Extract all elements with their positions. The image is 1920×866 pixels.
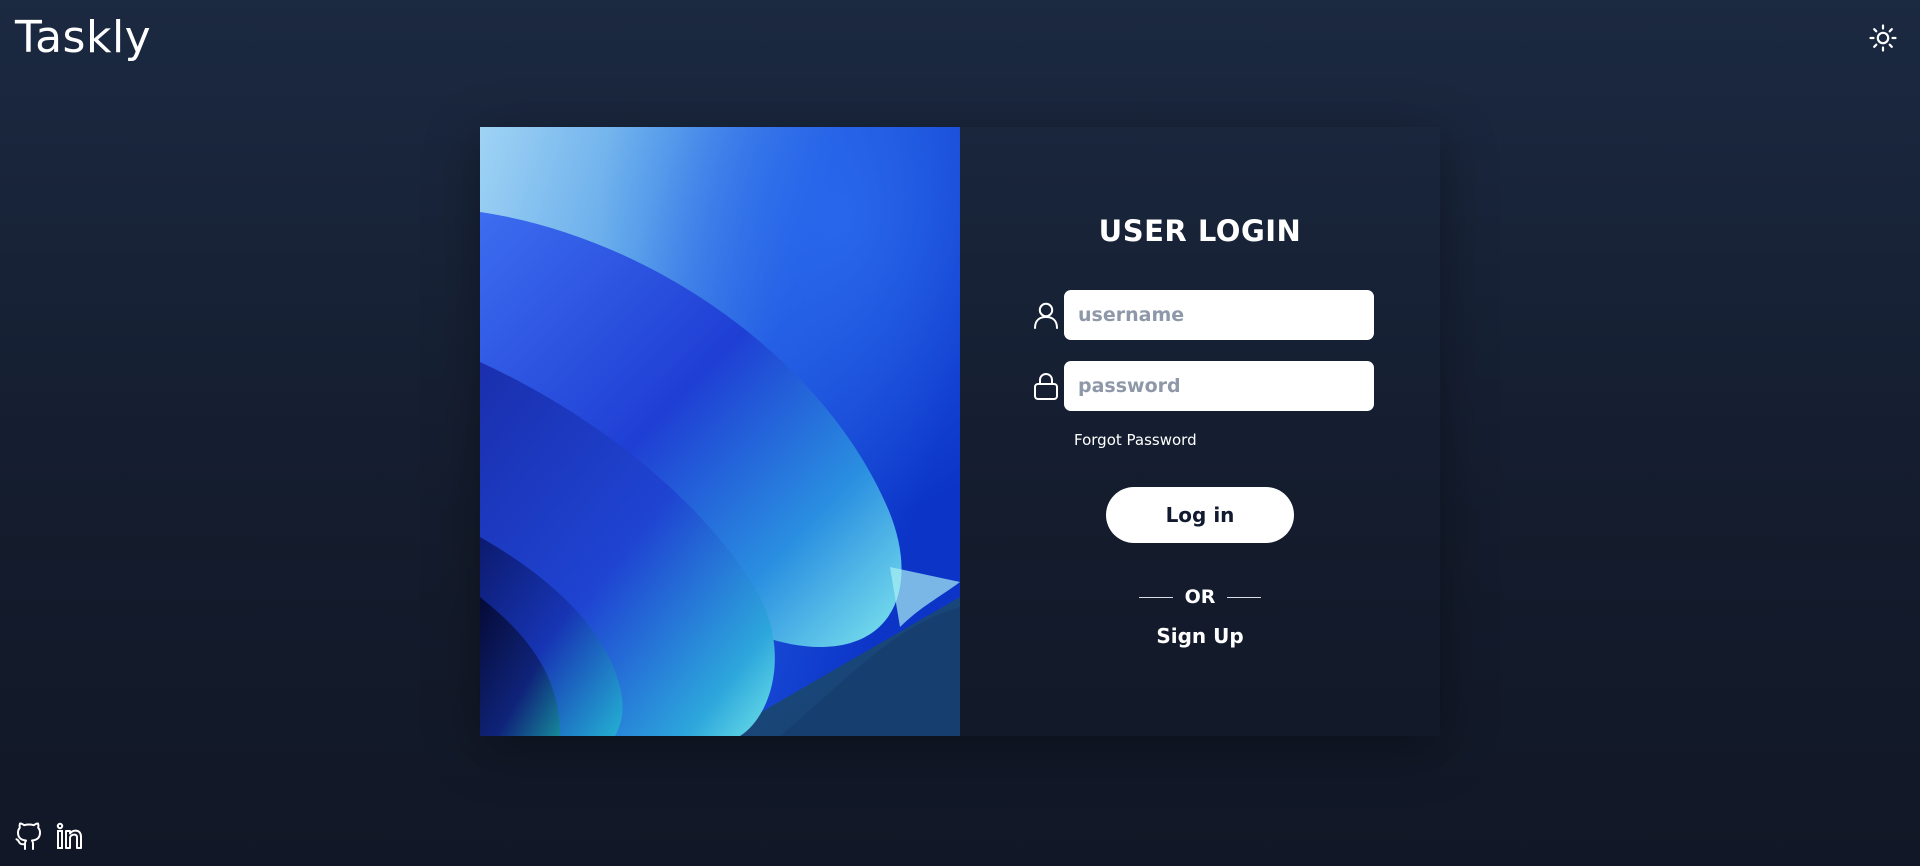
decorative-artwork — [480, 127, 960, 736]
theme-toggle-button[interactable] — [1864, 20, 1902, 56]
divider-line-right — [1227, 596, 1262, 598]
username-input[interactable] — [1064, 290, 1374, 340]
password-input[interactable] — [1064, 361, 1374, 411]
divider-line-left — [1138, 596, 1173, 598]
forgot-password-link[interactable]: Forgot Password — [1074, 431, 1197, 449]
app-title: Taskly — [15, 12, 152, 63]
user-icon — [1026, 295, 1066, 335]
password-field-row — [1026, 360, 1376, 412]
login-form: USER LOGIN Forgot Password Log in — [960, 127, 1440, 736]
linkedin-icon — [56, 822, 82, 849]
login-heading: USER LOGIN — [1098, 214, 1302, 248]
lock-icon — [1026, 366, 1066, 406]
footer-social-links — [14, 820, 84, 852]
login-button[interactable]: Log in — [1106, 487, 1294, 543]
or-text: OR — [1184, 586, 1216, 608]
username-field-row — [1026, 289, 1376, 341]
login-card: USER LOGIN Forgot Password Log in — [480, 127, 1440, 736]
github-icon — [15, 822, 41, 850]
linkedin-link[interactable] — [54, 820, 84, 852]
or-divider: OR — [1100, 582, 1300, 612]
sun-icon — [1869, 24, 1897, 52]
github-link[interactable] — [14, 820, 44, 852]
signup-link[interactable]: Sign Up — [1100, 624, 1300, 648]
abstract-waves-image — [480, 127, 960, 736]
